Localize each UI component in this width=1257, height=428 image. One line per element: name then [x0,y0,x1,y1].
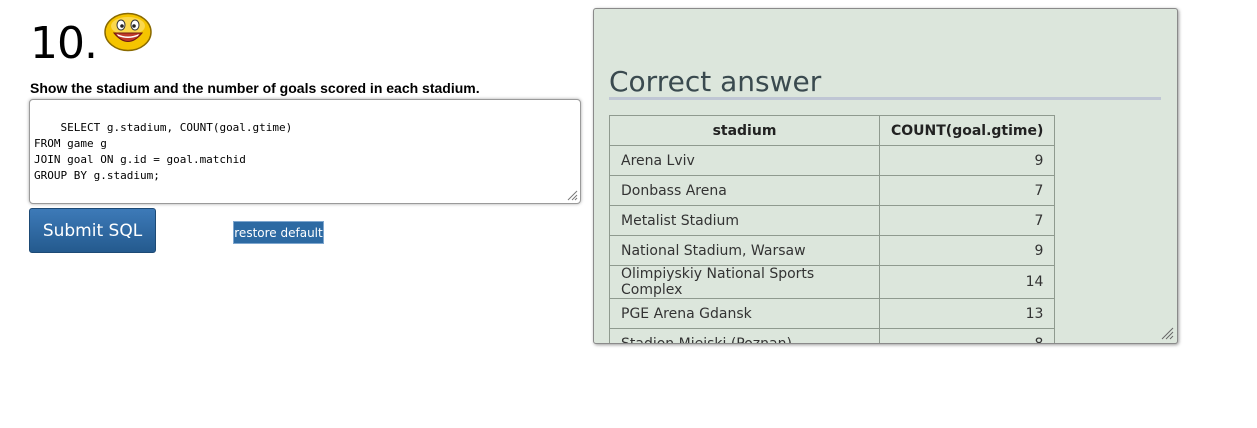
stadium-cell: Metalist Stadium [609,205,880,236]
panel-resize-grip-icon[interactable] [1160,326,1174,340]
stadium-cell: Olimpiyskiy National Sports Complex [609,265,880,299]
stadium-cell: National Stadium, Warsaw [609,235,880,266]
count-cell: 14 [878,265,1056,299]
column-header-count: COUNT(goal.gtime) [878,115,1056,146]
sql-editor[interactable]: SELECT g.stadium, COUNT(goal.gtime) FROM… [29,99,581,204]
submit-sql-button[interactable]: Submit SQL [29,208,156,253]
resize-grip-icon[interactable] [566,189,578,201]
table-row: Arena Lviv 9 [609,145,1056,176]
table-header-row: stadium COUNT(goal.gtime) [609,115,1056,146]
answer-title: Correct answer [609,65,822,98]
answer-panel: Correct answer stadium COUNT(goal.gtime)… [593,8,1178,344]
count-cell: 7 [878,175,1056,206]
table-row: Stadion Miejski (Poznan) 8 [609,328,1056,343]
stadium-cell: Stadion Miejski (Poznan) [609,328,880,343]
stadium-cell: Donbass Arena [609,175,880,206]
answer-table: stadium COUNT(goal.gtime) Arena Lviv 9 D… [609,115,1056,343]
table-row: National Stadium, Warsaw 9 [609,235,1056,266]
stadium-cell: PGE Arena Gdansk [609,298,880,329]
question-number: 10. [30,18,98,69]
count-cell: 7 [878,205,1056,236]
question-text: Show the stadium and the number of goals… [30,80,480,96]
table-row: Olimpiyskiy National Sports Complex 14 [609,265,1056,299]
column-header-stadium: stadium [609,115,880,146]
table-row: Metalist Stadium 7 [609,205,1056,236]
count-cell: 8 [878,328,1056,343]
table-row: Donbass Arena 7 [609,175,1056,206]
table-row: PGE Arena Gdansk 13 [609,298,1056,329]
count-cell: 13 [878,298,1056,329]
title-divider [609,97,1161,100]
quiz-page: 10. Show the stadium and the number of g… [0,0,1257,428]
restore-default-button[interactable]: restore default [233,221,324,244]
count-cell: 9 [878,145,1056,176]
sql-editor-text[interactable]: SELECT g.stadium, COUNT(goal.gtime) FROM… [34,121,292,182]
stadium-cell: Arena Lviv [609,145,880,176]
count-cell: 9 [878,235,1056,266]
smiley-face-icon [104,12,152,52]
